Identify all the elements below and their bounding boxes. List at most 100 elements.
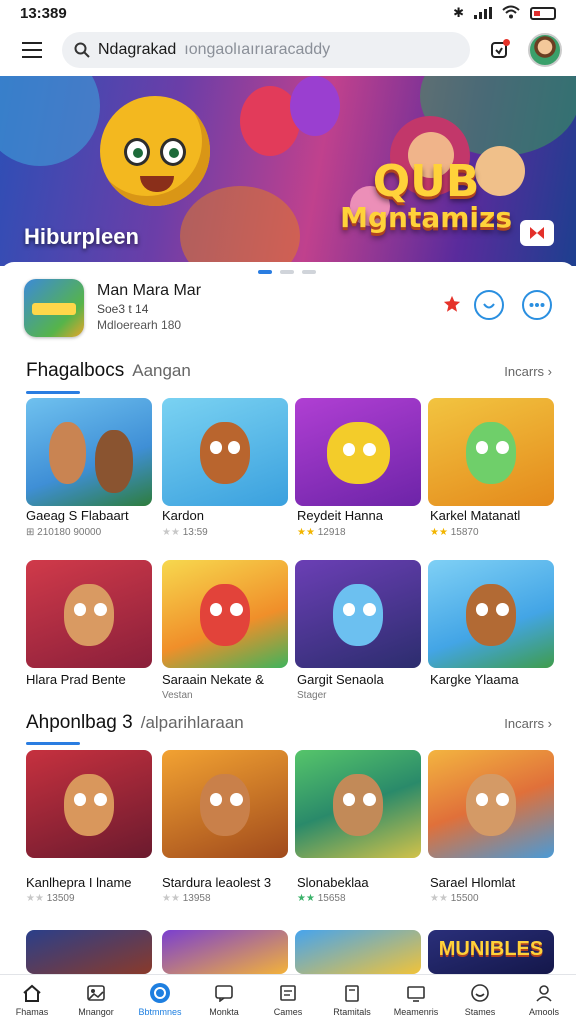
game-thumbnail[interactable] [162,930,288,974]
star-icon[interactable] [440,292,464,316]
game-name[interactable]: Hlara Prad Bente [26,672,126,687]
game-thumbnail[interactable] [162,398,288,506]
image-icon [85,983,107,1003]
game-name[interactable]: Slonabeklaa [297,875,369,890]
game-thumbnail[interactable] [295,398,421,506]
nav-item-rentals[interactable]: Rtamitals [320,975,384,1024]
nav-item-home[interactable]: Fhamas [0,975,64,1024]
section-title: Fhagalbocs [26,360,125,381]
nav-label: Monkta [209,1006,239,1017]
section-underline [26,742,80,745]
game-meta: ★★ 15658 [297,893,346,904]
game-thumbnail[interactable] [26,560,152,668]
game-thumbnail[interactable] [26,750,152,858]
game-meta: ★★ 13958 [162,893,211,904]
game-thumbnail[interactable] [295,560,421,668]
nav-item-stames[interactable]: Stames [448,975,512,1024]
game-name[interactable]: Gaeag S Flabaart [26,508,129,523]
news-icon [277,983,299,1003]
chevron-right-icon: › [547,364,552,379]
featured-subtitle: Soe3 t 14 [97,302,149,316]
game-meta: ★★ 12918 [297,527,346,538]
game-thumbnail[interactable]: MUNIBLES [428,930,554,974]
nav-item-active[interactable]: Bbtmmnes [128,975,192,1024]
game-thumbnail[interactable] [428,750,554,858]
nav-item-moments[interactable]: Meamenris [384,975,448,1024]
book-icon [341,983,363,1003]
featured-meta: Mdloerearh 180 [97,318,182,332]
notification-badge [503,39,510,46]
game-meta: ★★ 13509 [26,893,75,904]
bottom-nav: Fhamas Mnangor Bbtmmnes Monkta Cames Rta… [0,974,576,1024]
hero-banner[interactable]: QUB Mgntamizs Hiburpleen [0,76,576,266]
nav-item-chat[interactable]: Monkta [192,975,256,1024]
person-icon [533,983,555,1003]
like-button[interactable] [474,290,504,320]
game-name[interactable]: Reydeit Hanna [297,508,383,523]
status-icons: ✱ [453,5,556,22]
battery-icon [530,6,556,20]
status-bar: 13:389 ✱ [0,0,576,26]
notification-icon[interactable] [484,35,514,65]
game-thumbnail[interactable] [428,560,554,668]
game-name[interactable]: Karkel Matanatl [430,508,520,523]
hero-caption: Hiburpleen [24,224,139,249]
nav-label: Mnangor [78,1006,114,1017]
nav-item-games[interactable]: Cames [256,975,320,1024]
wifi-icon [502,5,520,22]
search-placeholder: ıongaolıaırıaracaddy [184,41,331,58]
game-thumbnail[interactable] [26,930,152,974]
game-name[interactable]: Stardura leaolest 3 [162,875,271,890]
game-name[interactable]: Sarael Hlomlat [430,875,515,890]
game-meta: ★★ 15870 [430,527,479,538]
carousel-indicator [258,270,316,274]
section-more-link[interactable]: Incarrs › [504,716,552,731]
nav-item-profile[interactable]: Amools [512,975,576,1024]
game-meta: ★★ 13:59 [162,527,208,538]
game-meta: Stager [297,690,327,701]
game-name[interactable]: Kardon [162,508,204,523]
signal-icon [474,7,492,19]
game-thumbnail[interactable] [26,398,152,506]
nav-item-manager[interactable]: Mnangor [64,975,128,1024]
game-thumbnail[interactable] [428,398,554,506]
nav-label: Amools [528,1006,559,1017]
home-icon [21,983,43,1003]
featured-app-icon[interactable] [24,279,84,337]
search-icon [74,42,90,58]
avatar[interactable] [528,33,562,67]
section-more-link[interactable]: Incarrs › [504,364,552,379]
section-subtitle: Aangan [132,361,191,380]
more-button[interactable] [522,290,552,320]
game-name[interactable]: Kargke Ylaama [430,672,519,687]
game-thumbnail[interactable] [295,930,421,974]
nav-label: Stames [464,1006,496,1017]
game-name[interactable]: Kanlhepra I lname [26,875,132,890]
section-header: Fhagalbocs Aangan Incarrs › [26,360,552,390]
menu-icon[interactable] [14,33,48,67]
section-underline [26,391,80,394]
game-meta: Vestan [162,690,193,701]
hero-logo: QUB Mgntamizs [340,156,512,234]
game-thumbnail[interactable] [162,750,288,858]
section-title: Ahponlbag 3 [26,712,133,733]
game-logo-text: MUNIBLES [438,938,544,960]
featured-title: Man Mara Mar [97,282,202,299]
top-bar: Ndagrakad ıongaolıaırıaracaddy [0,26,576,74]
play-icon[interactable] [520,220,554,246]
smile-icon [469,983,491,1003]
featured-card: Man Mara Mar Soe3 t 14 Mdloerearh 180 [0,262,576,362]
section-header: Ahponlbag 3/alparihlaraan Incarrs › [26,712,552,742]
globe-icon [149,982,171,1003]
tv-icon [405,983,427,1003]
game-name[interactable]: Gargit Senaola [297,672,384,687]
game-thumbnail[interactable] [295,750,421,858]
status-time: 13:389 [20,4,67,22]
nav-label: Bbtmmnes [138,1006,182,1017]
nav-label: Fhamas [15,1006,49,1017]
game-name[interactable]: Saraain Nekate & [162,672,264,687]
search-value: Ndagrakad [98,41,177,58]
search-input[interactable]: Ndagrakad ıongaolıaırıaracaddy [62,32,470,68]
game-thumbnail[interactable] [162,560,288,668]
nav-label: Cames [273,1006,303,1017]
